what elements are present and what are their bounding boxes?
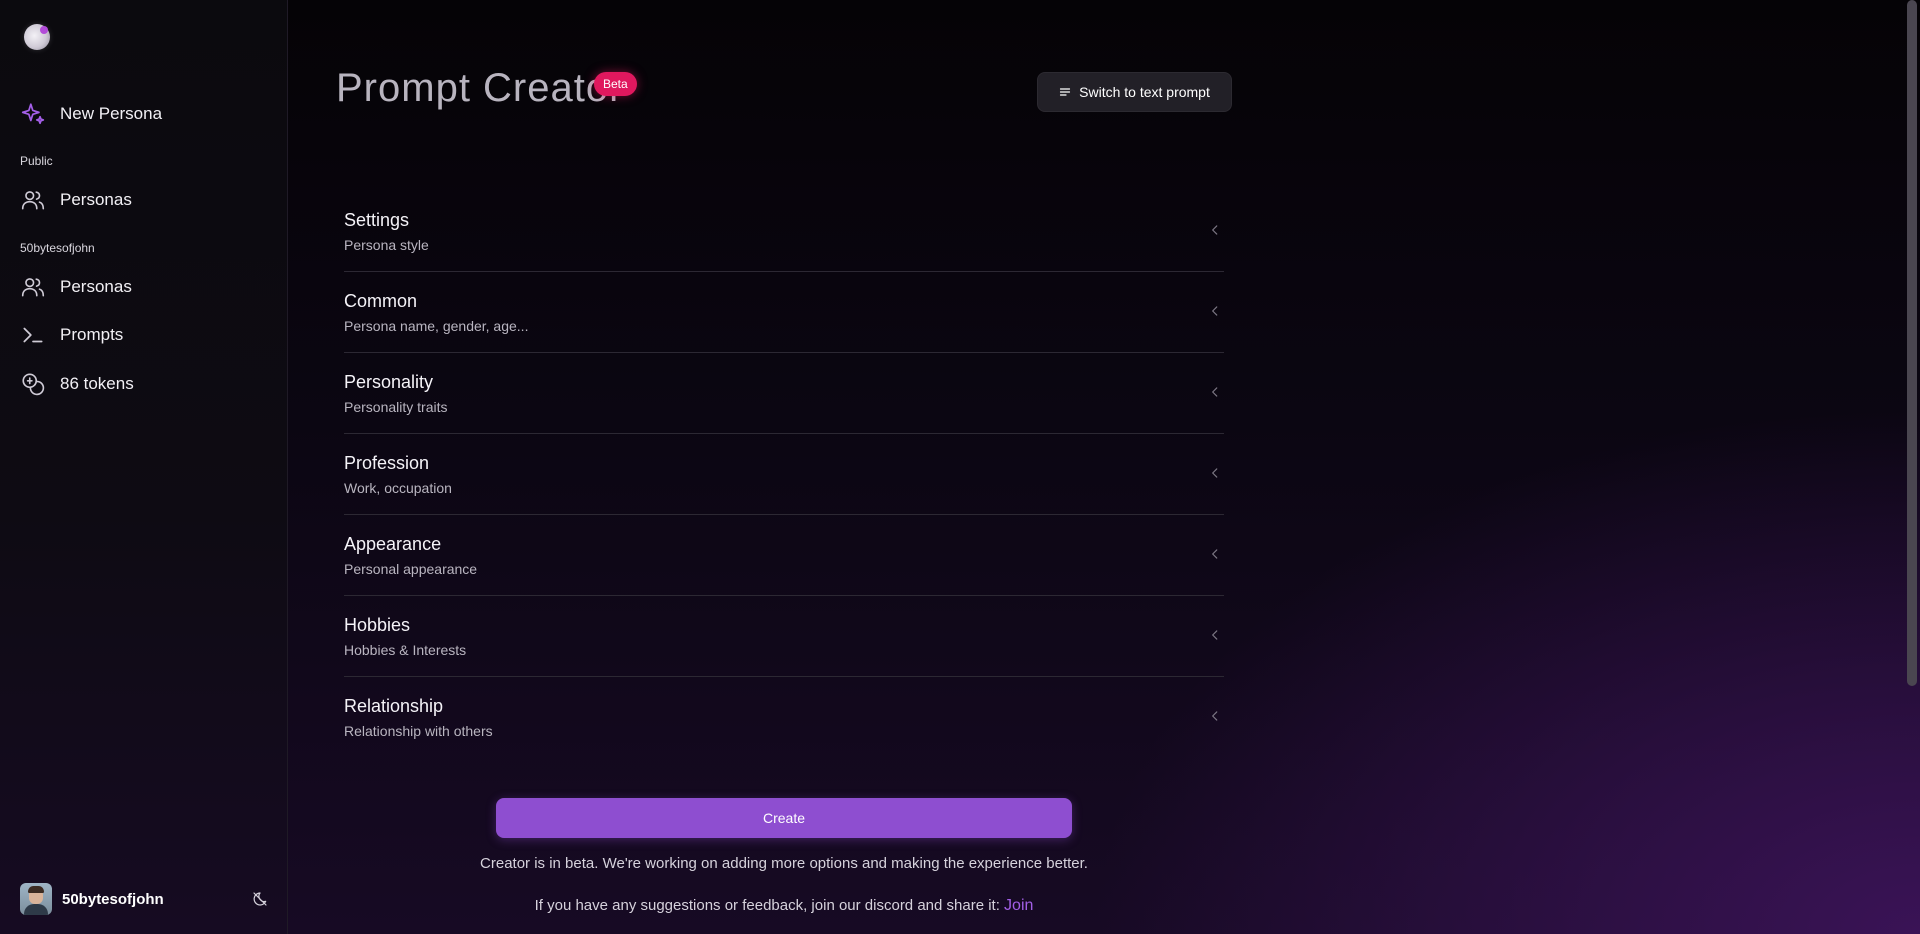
section-appearance[interactable]: Appearance Personal appearance (344, 515, 1224, 596)
sidebar-item-label: Personas (60, 277, 132, 296)
sidebar-item-label: 86 tokens (60, 374, 134, 393)
section-title: Profession (344, 453, 430, 473)
chevron-left-icon (1212, 711, 1218, 721)
coins-icon (22, 373, 45, 396)
text-lines-icon (1060, 88, 1071, 96)
sidebar: New Persona Public Personas 50bytesofjoh… (0, 0, 288, 934)
section-settings[interactable]: Settings Persona style (344, 191, 1224, 272)
switch-to-text-prompt-button[interactable]: Switch to text prompt (1037, 72, 1232, 112)
chevron-left-icon (1212, 306, 1218, 316)
chevron-left-icon (1212, 549, 1218, 559)
chevron-left-icon (1212, 630, 1218, 640)
section-title: Appearance (344, 534, 442, 554)
scrollbar-thumb[interactable] (1907, 0, 1917, 686)
sidebar-item-label: Prompts (60, 325, 124, 344)
section-subtitle: Personality traits (344, 399, 448, 415)
section-title: Personality (344, 372, 434, 392)
theme-toggle-button[interactable] (250, 889, 270, 909)
chevron-left-icon (1212, 225, 1218, 235)
users-icon (21, 278, 45, 297)
section-personality[interactable]: Personality Personality traits (344, 353, 1224, 434)
feedback-note: If you have any suggestions or feedback,… (344, 897, 1224, 915)
section-title: Hobbies (344, 615, 411, 635)
user-profile[interactable]: 50bytesofjohn (20, 882, 270, 916)
beta-note: Creator is in beta. We're working on add… (480, 855, 1088, 872)
switch-button-label: Switch to text prompt (1079, 84, 1210, 100)
sidebar-item-prompts[interactable]: Prompts (20, 317, 270, 353)
user-section-label: 50bytesofjohn (20, 241, 95, 255)
app-logo[interactable] (24, 24, 50, 50)
section-subtitle: Personal appearance (344, 561, 478, 577)
public-section-label: Public (20, 154, 53, 168)
section-hobbies[interactable]: Hobbies Hobbies & Interests (344, 596, 1224, 677)
users-icon (21, 191, 45, 210)
sparkle-icon (21, 103, 45, 125)
section-subtitle: Persona name, gender, age... (344, 318, 529, 334)
section-title: Relationship (344, 696, 444, 716)
section-title: Settings (344, 210, 410, 230)
section-subtitle: Persona style (344, 237, 429, 253)
sidebar-item-label: Personas (60, 190, 132, 209)
terminal-icon (23, 327, 43, 343)
sidebar-item-tokens[interactable]: 86 tokens (20, 366, 270, 402)
avatar[interactable] (20, 883, 52, 915)
section-relationship[interactable]: Relationship Relationship with others (344, 677, 1224, 758)
app: New Persona Public Personas 50bytesofjoh… (0, 0, 1920, 934)
section-title: Common (344, 291, 418, 311)
sidebar-item-public-personas[interactable]: Personas (20, 182, 270, 218)
sidebar-item-my-personas[interactable]: Personas (20, 269, 270, 305)
new-persona-label: New Persona (60, 104, 163, 123)
section-subtitle: Hobbies & Interests (344, 642, 467, 658)
section-common[interactable]: Common Persona name, gender, age... (344, 272, 1224, 353)
chevron-left-icon (1212, 387, 1218, 397)
feedback-text: If you have any suggestions or feedback,… (534, 897, 1000, 914)
username: 50bytesofjohn (62, 890, 164, 908)
join-discord-link[interactable]: Join (1004, 897, 1033, 914)
chevron-left-icon (1212, 468, 1218, 478)
section-subtitle: Relationship with others (344, 723, 493, 739)
section-profession[interactable]: Profession Work, occupation (344, 434, 1224, 515)
new-persona-button[interactable]: New Persona (20, 96, 270, 132)
create-button[interactable]: Create (496, 798, 1072, 838)
section-subtitle: Work, occupation (344, 480, 452, 496)
beta-badge: Beta (594, 72, 637, 96)
moon-off-icon (253, 892, 267, 906)
page-title: Prompt Creator (336, 66, 624, 110)
creator-sections: Settings Persona style Common Persona na… (344, 191, 1224, 758)
